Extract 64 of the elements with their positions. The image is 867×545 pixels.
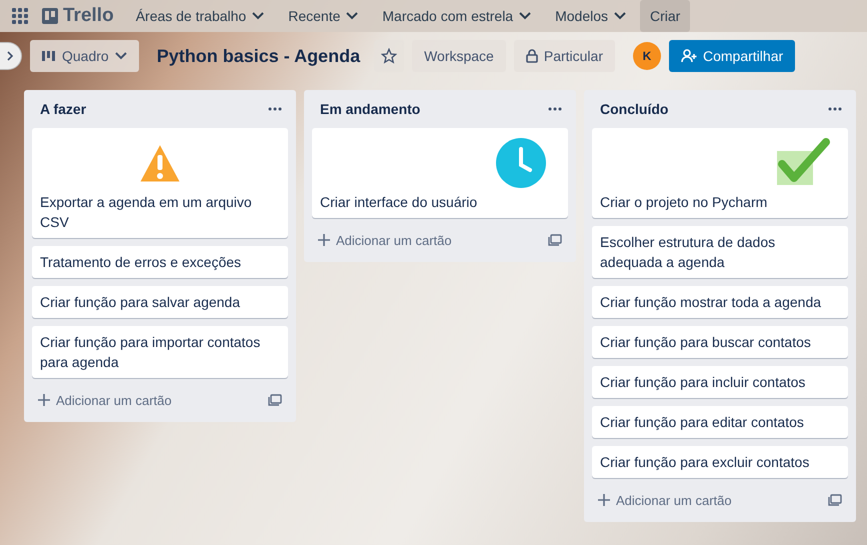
caret-icon — [346, 12, 358, 20]
board-logo-icon — [42, 8, 58, 24]
more-options-icon[interactable] — [268, 107, 282, 111]
card-title: Criar função para importar contatos para agenda — [40, 333, 262, 372]
logo[interactable]: Trello — [38, 5, 122, 27]
star-icon — [381, 48, 398, 64]
template-icon[interactable] — [268, 394, 282, 406]
card-title: Criar o projeto no Pycharm — [600, 193, 768, 212]
card-title: Escolher estrutura de dados adequada a agenda — [600, 233, 776, 272]
list-title[interactable]: Em andamento — [320, 101, 420, 117]
caret-icon — [614, 12, 626, 20]
view-switcher-button[interactable]: Quadro — [30, 40, 139, 72]
more-options-icon[interactable] — [828, 107, 842, 111]
lock-icon — [526, 49, 538, 63]
task-card[interactable]: Criar função para excluir contatos — [592, 446, 848, 478]
template-icon[interactable] — [548, 234, 562, 246]
card-title: Tratamento de erros e exceções — [40, 253, 242, 272]
task-card[interactable]: Criar função para incluir contatos — [592, 366, 848, 398]
list-title[interactable]: A fazer — [40, 101, 86, 117]
sidebar-toggle-button[interactable] — [0, 42, 22, 70]
task-card[interactable]: Criar função para buscar contatos — [592, 326, 848, 358]
card-title: Criar função mostrar toda a agenda — [600, 293, 822, 312]
nav-menu-button[interactable]: Marcado com estrela — [372, 0, 542, 32]
board-view-icon — [42, 51, 56, 61]
caret-icon — [114, 52, 127, 60]
nav-menu-button[interactable]: Modelos — [545, 0, 636, 32]
user-avatar[interactable]: K — [633, 42, 661, 70]
plus-icon — [38, 394, 50, 406]
task-card[interactable]: Criar interface do usuário — [312, 128, 568, 218]
task-card[interactable]: Escolher estrutura de dados adequada a agenda — [592, 226, 848, 278]
card-title: Exportar a agenda em um arquivo CSV — [40, 193, 253, 232]
task-card[interactable]: Criar o projeto no Pycharm — [592, 128, 848, 218]
nav-menu-button[interactable]: Áreas de trabalho — [126, 0, 274, 32]
card-title: Criar interface do usuário — [320, 193, 478, 212]
card-title: Criar função para incluir contatos — [600, 373, 806, 392]
add-card-button[interactable]: Adicionar um cartão — [592, 486, 848, 514]
add-card-button[interactable]: Adicionar um cartão — [32, 386, 288, 414]
create-button[interactable]: Criar — [640, 0, 690, 32]
share-button[interactable]: Compartilhar — [669, 40, 796, 72]
add-person-icon — [681, 49, 697, 63]
nav-menu-button[interactable]: Recente — [278, 0, 368, 32]
visibility-button[interactable]: Particular — [514, 40, 615, 72]
task-card[interactable]: Criar função para editar contatos — [592, 406, 848, 438]
card-title: Criar função para excluir contatos — [600, 453, 810, 472]
plus-icon — [318, 234, 330, 246]
grid-icon — [12, 8, 28, 24]
board-title[interactable]: Python basics - Agenda — [146, 46, 366, 66]
task-card[interactable]: Tratamento de erros e exceções — [32, 246, 288, 278]
card-title: Criar função para editar contatos — [600, 413, 805, 432]
card-title: Criar função para buscar contatos — [600, 333, 812, 352]
chevron-right-icon — [7, 51, 14, 61]
list-title[interactable]: Concluído — [600, 101, 668, 117]
caret-icon — [519, 12, 532, 20]
task-card[interactable]: Exportar a agenda em um arquivo CSV — [32, 128, 288, 238]
more-options-icon[interactable] — [548, 107, 562, 111]
caret-icon — [252, 12, 264, 20]
template-icon[interactable] — [828, 494, 842, 506]
plus-icon — [598, 494, 610, 506]
workspace-button[interactable]: Workspace — [412, 40, 506, 72]
add-card-button[interactable]: Adicionar um cartão — [312, 226, 568, 254]
task-card[interactable]: Criar função mostrar toda a agenda — [592, 286, 848, 318]
card-title: Criar função para salvar agenda — [40, 293, 242, 312]
task-card[interactable]: Criar função para salvar agenda — [32, 286, 288, 318]
task-card[interactable]: Criar função para importar contatos para agenda — [32, 326, 288, 378]
